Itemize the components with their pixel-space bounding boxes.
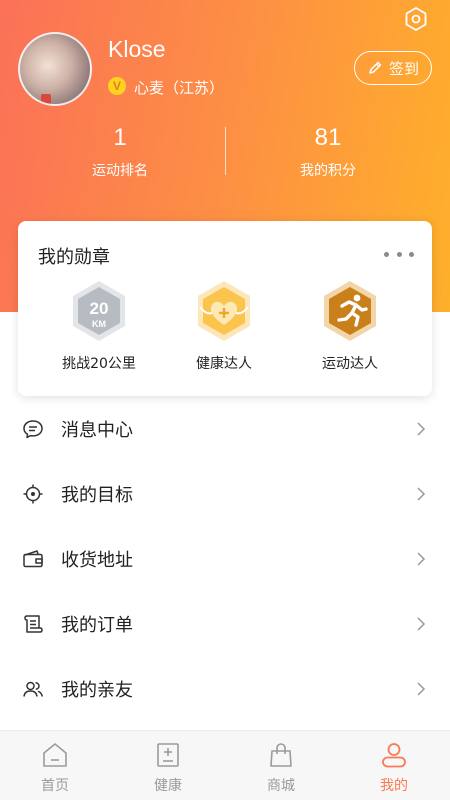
medal-label: 挑战20公里	[62, 356, 136, 372]
ranking-label: 运动排名	[92, 163, 148, 179]
menu-label: 我的亲友	[61, 679, 133, 701]
medal-label: 健康达人	[196, 356, 252, 372]
chevron-right-icon	[417, 551, 426, 566]
tab-health[interactable]: 健康	[123, 741, 213, 795]
medal-label: 运动达人	[322, 356, 378, 372]
chevron-right-icon	[417, 486, 426, 501]
points-value: 81	[314, 124, 342, 151]
stat-divider	[225, 127, 226, 175]
menu-item-goals[interactable]: 我的目标	[0, 461, 450, 526]
medal-20km[interactable]: 20 KM 挑战20公里	[39, 279, 159, 373]
verified-badge-icon: V	[108, 77, 126, 95]
profile-icon	[382, 743, 406, 768]
menu-item-friends[interactable]: 我的亲友	[0, 656, 450, 721]
wallet-icon	[22, 548, 44, 570]
location-text: 心麦（江苏）	[134, 79, 225, 97]
menu-label: 我的目标	[61, 484, 133, 506]
medal-card-title: 我的勋章	[38, 247, 110, 268]
tab-profile[interactable]: 我的	[349, 741, 439, 795]
stat-points[interactable]: 81 我的积分	[228, 124, 428, 180]
medal-emblem-unit: KM	[92, 319, 106, 329]
menu-item-messages[interactable]: 消息中心	[0, 396, 450, 461]
chevron-right-icon	[417, 681, 426, 696]
points-label: 我的积分	[300, 163, 356, 179]
pencil-icon	[369, 61, 382, 74]
tab-label: 我的	[380, 778, 408, 794]
tab-shop[interactable]: 商城	[236, 741, 326, 795]
menu-label: 我的订单	[61, 614, 133, 636]
hexagon-gear-icon	[405, 7, 427, 31]
tab-home[interactable]: 首页	[10, 741, 100, 795]
tab-label: 商城	[267, 778, 295, 794]
ranking-value: 1	[113, 124, 127, 151]
tab-label: 健康	[154, 778, 182, 794]
menu-label: 收货地址	[61, 549, 133, 571]
menu-item-address[interactable]: 收货地址	[0, 526, 450, 591]
menu-label: 消息中心	[61, 419, 133, 441]
username: Klose	[108, 36, 166, 62]
health-heart-medal-icon	[198, 281, 250, 341]
menu-list: 消息中心 我的目标 收货地址 我的订单 我的亲友	[0, 396, 450, 721]
medal-card: 我的勋章 20 KM 挑战20公里 健康达人 运动达人	[18, 221, 432, 396]
chevron-right-icon	[417, 421, 426, 436]
medal-sport[interactable]: 运动达人	[290, 279, 410, 373]
tab-label: 首页	[41, 778, 69, 794]
order-scroll-icon	[22, 613, 44, 635]
friends-icon	[22, 678, 44, 700]
signin-label: 签到	[388, 59, 419, 78]
more-dots-icon[interactable]	[384, 245, 414, 263]
medal-emblem-text: 20	[90, 299, 109, 318]
stat-ranking[interactable]: 1 运动排名	[20, 124, 220, 180]
message-icon	[22, 418, 44, 440]
target-icon	[22, 483, 44, 505]
menu-item-orders[interactable]: 我的订单	[0, 591, 450, 656]
runner-medal-icon	[324, 281, 376, 341]
home-icon	[43, 743, 67, 767]
medal-health[interactable]: 健康达人	[164, 279, 284, 373]
avatar[interactable]	[18, 32, 92, 106]
bottom-tab-bar: 首页 健康 商城 我的	[0, 730, 450, 800]
20km-medal-icon: 20 KM	[73, 281, 125, 341]
health-icon	[157, 743, 179, 767]
shop-bag-icon	[270, 743, 292, 767]
signin-button[interactable]: 签到	[354, 51, 432, 85]
chevron-right-icon	[417, 616, 426, 631]
settings-button[interactable]	[402, 5, 430, 33]
